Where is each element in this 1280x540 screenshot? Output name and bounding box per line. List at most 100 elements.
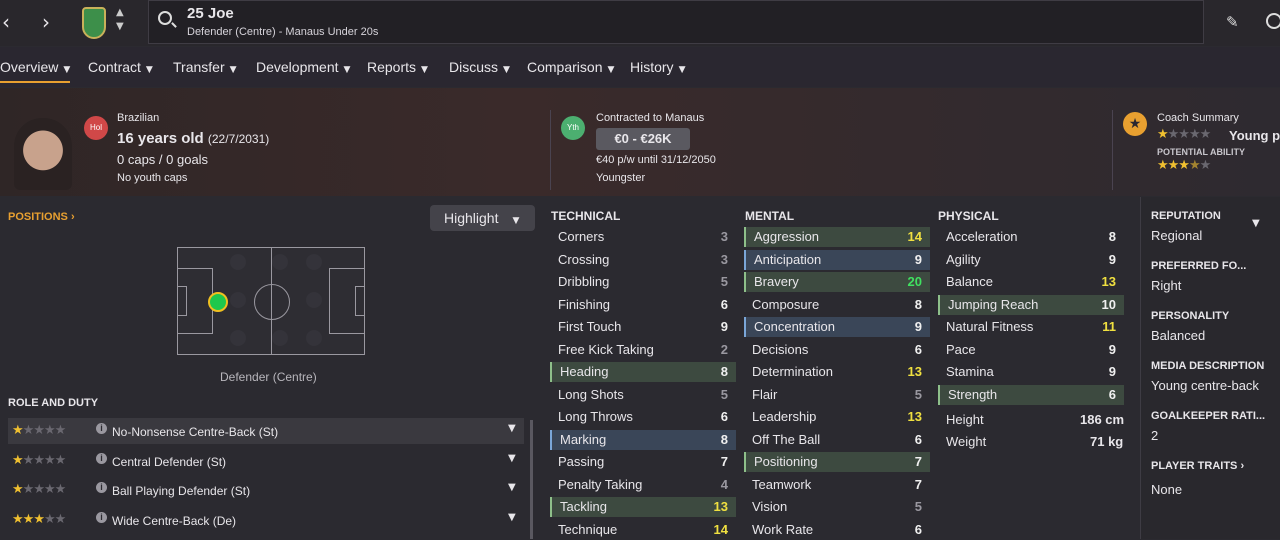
attribute-row[interactable]: Technique 14 xyxy=(550,520,736,540)
player-traits-value: None xyxy=(1151,482,1183,497)
role-row[interactable]: ★★★★★ i Central Defender (St) ▼ xyxy=(8,448,524,474)
player-traits-heading[interactable]: PLAYER TRAITS › xyxy=(1151,460,1244,472)
attribute-row[interactable]: Off The Ball 6 xyxy=(744,430,930,450)
attribute-row[interactable]: Agility 9 xyxy=(938,250,1124,270)
attribute-value: 7 xyxy=(720,454,728,469)
attribute-row[interactable]: Vision 5 xyxy=(744,497,930,517)
attribute-name: Agility xyxy=(946,251,981,267)
transfer-value[interactable]: €0 - €26K xyxy=(596,128,690,150)
attribute-value: 14 xyxy=(713,521,728,537)
centre-circle xyxy=(254,284,290,320)
attribute-row[interactable]: Penalty Taking 4 xyxy=(550,475,736,495)
attribute-row[interactable]: Anticipation 9 xyxy=(744,249,930,270)
attribute-row[interactable]: Passing 7 xyxy=(550,452,736,472)
attribute-row[interactable]: Crossing 3 xyxy=(550,250,736,270)
tab-development[interactable]: Development ▼ xyxy=(256,59,350,75)
position-pitch xyxy=(177,247,365,355)
attribute-row[interactable]: Determination 13 xyxy=(744,362,930,382)
coach-summary-text: Young pr xyxy=(1229,128,1280,143)
attribute-row[interactable]: Dribbling 5 xyxy=(550,272,736,292)
attribute-row[interactable]: Jumping Reach 10 xyxy=(938,294,1124,315)
role-label: Central Defender (St) xyxy=(112,454,227,469)
role-duty-heading: ROLE AND DUTY xyxy=(8,397,99,409)
potential-ability-stars: ★★★★★ xyxy=(1157,158,1211,173)
height-label: Height xyxy=(946,412,984,427)
tab-contract[interactable]: Contract ▼ xyxy=(88,59,153,75)
height-value: 186 cm xyxy=(1080,412,1125,427)
attribute-row[interactable]: Concentration 9 xyxy=(744,317,930,337)
tab-history[interactable]: History ▼ xyxy=(630,59,685,75)
contract-status: Youngster xyxy=(596,172,646,184)
attribute-value: 9 xyxy=(1108,251,1116,267)
attribute-row[interactable]: Heading 8 xyxy=(550,362,736,382)
contract-type-badge: Yth xyxy=(561,116,585,140)
attribute-row[interactable]: Composure 8 xyxy=(744,295,930,315)
edit-icon[interactable]: ✎ xyxy=(1226,13,1239,31)
chevron-down-icon[interactable]: ▼ xyxy=(508,482,516,493)
back-arrow-icon[interactable]: ‹ xyxy=(2,10,10,34)
search-icon[interactable] xyxy=(158,11,172,25)
attribute-row[interactable]: Work Rate 6 xyxy=(744,520,930,540)
attribute-row[interactable]: Pace 9 xyxy=(938,340,1124,360)
attribute-row[interactable]: Tackling 13 xyxy=(550,497,736,517)
attribute-row[interactable]: Stamina 9 xyxy=(938,362,1124,382)
attribute-row[interactable]: Teamwork 7 xyxy=(744,475,930,495)
attribute-row[interactable]: Flair 5 xyxy=(744,385,930,405)
attribute-row[interactable]: First Touch 9 xyxy=(550,317,736,337)
globe-icon[interactable] xyxy=(1266,13,1280,29)
attribute-row[interactable]: Aggression 14 xyxy=(744,227,930,247)
info-icon[interactable]: i xyxy=(96,482,107,493)
info-icon[interactable]: i xyxy=(96,511,107,523)
attribute-row[interactable]: Positioning 7 xyxy=(744,452,930,472)
attribute-row[interactable]: Marking 8 xyxy=(550,429,736,450)
info-icon[interactable]: i xyxy=(96,423,107,434)
attribute-value: 13 xyxy=(907,409,922,424)
club-crest-icon[interactable] xyxy=(82,7,106,39)
divider xyxy=(550,110,551,190)
attribute-row[interactable]: Bravery 20 xyxy=(744,272,930,292)
chevron-down-icon[interactable]: ▼ xyxy=(1252,218,1260,229)
attribute-row[interactable]: Leadership 13 xyxy=(744,407,930,427)
tab-transfer[interactable]: Transfer ▼ xyxy=(173,59,237,75)
positions-heading[interactable]: POSITIONS › xyxy=(8,211,75,223)
attribute-name: Free Kick Taking xyxy=(558,341,654,357)
attribute-row[interactable]: Strength 6 xyxy=(938,384,1124,405)
tab-overview[interactable]: Overview ▼ xyxy=(0,59,71,83)
divider xyxy=(1112,110,1113,190)
attribute-row[interactable]: Balance 13 xyxy=(938,272,1124,292)
attribute-name: Long Shots xyxy=(558,386,624,402)
attribute-name: Vision xyxy=(752,499,788,514)
attribute-row[interactable]: Long Shots 5 xyxy=(550,385,736,405)
attribute-name: Tackling xyxy=(560,499,607,514)
attribute-row[interactable]: Corners 3 xyxy=(550,227,736,247)
chevron-down-icon[interactable]: ▼ xyxy=(508,423,516,434)
attribute-row[interactable]: Free Kick Taking 2 xyxy=(550,340,736,360)
scrollbar[interactable] xyxy=(530,420,533,539)
chevron-down-icon[interactable]: ▼ xyxy=(508,512,516,523)
reputation-value: Regional xyxy=(1151,228,1203,243)
role-row[interactable]: ★★★★★ i No-Nonsense Centre-Back (St) ▼ xyxy=(8,418,524,444)
role-row[interactable]: ★★★★★ i Wide Centre-Back (De) ▼ xyxy=(8,507,524,533)
forward-arrow-icon[interactable]: › xyxy=(42,10,50,34)
attribute-name: Long Throws xyxy=(558,409,633,424)
tab-reports[interactable]: Reports ▼ xyxy=(367,59,428,75)
player-name: 25 Joe xyxy=(187,5,234,22)
attribute-row[interactable]: Finishing 6 xyxy=(550,295,736,315)
role-row[interactable]: ★★★★★ i Ball Playing Defender (St) ▼ xyxy=(8,477,524,503)
coach-summary-label: Coach Summary xyxy=(1157,112,1239,124)
chevron-down-icon[interactable]: ▼ xyxy=(508,453,516,464)
attribute-row[interactable]: Acceleration 8 xyxy=(938,227,1124,247)
attribute-row[interactable]: Natural Fitness 11 xyxy=(938,317,1124,337)
tab-discuss[interactable]: Discuss ▼ xyxy=(449,59,510,75)
attribute-row[interactable]: Long Throws 6 xyxy=(550,407,736,427)
highlight-dropdown[interactable]: Highlight ▼ xyxy=(430,205,535,231)
attribute-value: 8 xyxy=(720,364,728,379)
tab-comparison[interactable]: Comparison ▼ xyxy=(527,59,614,75)
attribute-name: Anticipation xyxy=(754,251,822,267)
attribute-name: Marking xyxy=(560,431,607,447)
attribute-row[interactable]: Decisions 6 xyxy=(744,340,930,360)
info-icon[interactable]: i xyxy=(96,452,107,464)
club-switch-arrows-icon[interactable]: ▲ ▼ xyxy=(116,6,124,34)
position-marker[interactable] xyxy=(208,292,228,312)
attribute-value: 5 xyxy=(720,274,728,289)
